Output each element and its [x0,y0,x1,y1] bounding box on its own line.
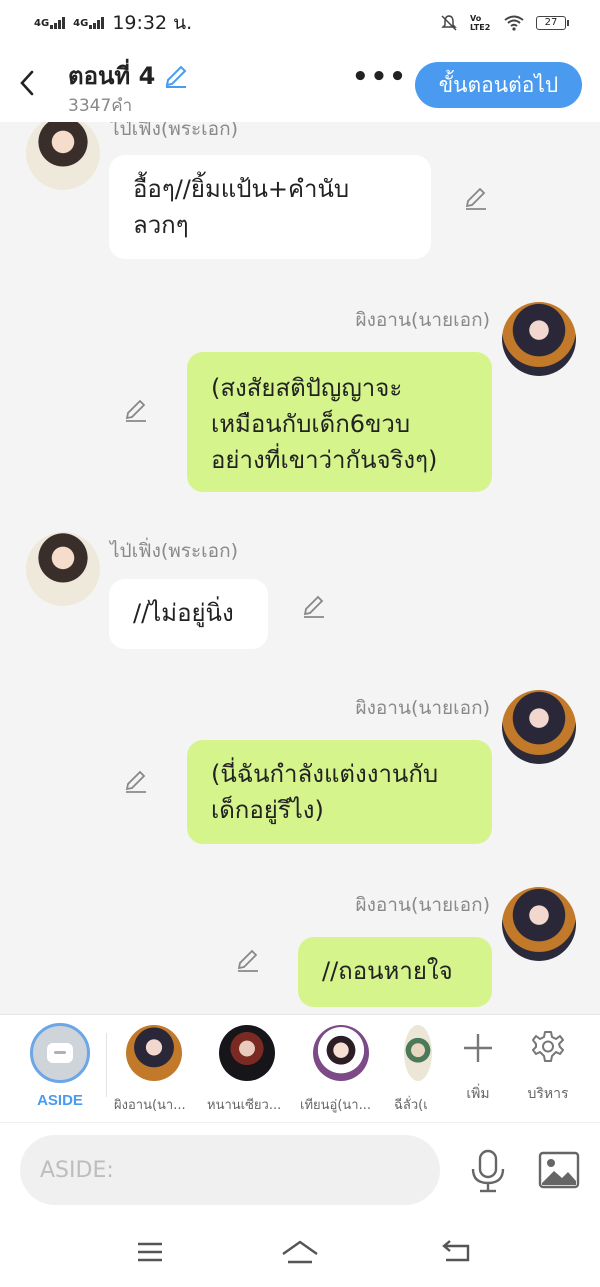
message-line: ลวกๆ [133,211,189,239]
avatar[interactable] [502,887,576,961]
character-label: ผิงอาน(นา... [114,1098,186,1113]
episode-title[interactable]: ตอนที่ 4 [68,56,189,95]
image-icon[interactable] [538,1151,580,1189]
clock: 19:32 น. [112,12,193,34]
message-bubble[interactable]: (นี่ฉันกำลังแต่งงานกับ เด็กอยู่รึไง) [187,740,492,844]
message-line: (นี่ฉันกำลังแต่งงานกับ [211,760,439,788]
composer [0,1122,600,1220]
chat-area[interactable]: ไป่เฟิ่ง(พระเอก) อื้อๆ//ยิ้มแป้น+คำนับ ล… [0,122,600,1014]
message-line: อื้อๆ//ยิ้มแป้น+คำนับ [133,175,350,203]
avatar[interactable] [502,690,576,764]
more-menu-button[interactable]: ••• [352,64,406,96]
avatar[interactable] [26,122,100,190]
character-avatar[interactable] [219,1025,275,1081]
editor-header: ตอนที่ 4 3347คำ ••• ขั้นตอนต่อไป [0,46,600,122]
message-line: //ถอนหายใจ [322,957,453,985]
wifi-icon [504,15,524,31]
manage-button[interactable]: บริหาร [518,1025,578,1105]
status-bar: 4G 4G 19:32 น. Vo LTE2 27 [0,0,600,46]
aside-label: ASIDE [37,1092,83,1109]
sender-name: ผิงอาน(นายเอก) [355,309,490,331]
message-bubble[interactable]: //ไม่อยู่นิ่ง [109,579,268,649]
message-line: เหมือนกับเด็ก6ขวบ [211,410,411,438]
word-count: 3347คำ [68,96,133,116]
battery-icon: 27 [536,16,569,30]
microphone-icon[interactable] [468,1149,508,1193]
system-nav-bar [0,1220,600,1287]
message-line: อย่างที่เขาว่ากันจริงๆ) [211,446,438,474]
signal-icon: 4G [34,17,66,29]
edit-pencil-icon[interactable] [122,767,150,795]
character-avatar[interactable] [313,1025,369,1081]
message-line: (สงสัยสติปัญญาจะ [211,374,403,402]
divider [106,1033,107,1097]
home-icon[interactable] [280,1236,320,1268]
network-type-2: 4G [73,18,89,29]
character-selector: ASIDE ผิงอาน(นา... หนานเซียว... เทียนอู่… [0,1014,600,1122]
edit-pencil-icon[interactable] [234,946,262,974]
edit-pencil-icon[interactable] [300,592,328,620]
message-input[interactable] [20,1135,440,1205]
add-label: เพิ่ม [466,1086,490,1102]
message-bubble[interactable]: อื้อๆ//ยิ้มแป้น+คำนับ ลวกๆ [109,155,431,259]
avatar[interactable] [502,302,576,376]
signal-icon-2: 4G [73,17,105,29]
next-step-button[interactable]: ขั้นตอนต่อไป [415,62,582,108]
chevron-left-icon [20,70,34,96]
gear-icon [532,1031,564,1062]
message-line: //ไม่อยู่นิ่ง [133,599,234,627]
message-bubble[interactable]: (สงสัยสติปัญญาจะ เหมือนกับเด็ก6ขวบ อย่าง… [187,352,492,492]
menu-icon[interactable] [130,1236,170,1268]
avatar[interactable] [26,532,100,606]
character-avatar[interactable] [126,1025,182,1081]
sender-name: ผิงอาน(นายเอก) [355,697,490,719]
sender-name: ไป่เฟิ่ง(พระเอก) [110,540,239,562]
add-character-button[interactable]: เพิ่ม [448,1025,508,1105]
plus-icon [464,1034,492,1062]
pencil-icon[interactable] [163,63,189,89]
back-nav-icon[interactable] [436,1236,476,1268]
sender-name: ไป่เฟิ่ง(พระเอก) [110,122,239,140]
character-label: เทียนอู่(นา... [300,1098,371,1113]
edit-pencil-icon[interactable] [122,396,150,424]
character-avatar[interactable] [404,1025,432,1081]
episode-title-text: ตอนที่ 4 [68,62,156,90]
bell-off-icon [441,15,457,31]
message-bubble[interactable]: //ถอนหายใจ [298,937,492,1007]
character-label: ฉีลั่ว(เ [394,1098,428,1113]
message-line: เด็กอยู่รึไง) [211,796,324,824]
sender-name: ผิงอาน(นายเอก) [355,894,490,916]
network-type-1: 4G [34,18,50,29]
chat-bubble-icon [47,1043,73,1063]
volte-badge: Vo LTE2 [470,14,491,32]
aside-button[interactable] [30,1023,90,1083]
character-label: หนานเซียว... [207,1098,282,1113]
back-button[interactable] [12,64,42,100]
manage-label: บริหาร [527,1086,569,1102]
edit-pencil-icon[interactable] [462,184,490,212]
